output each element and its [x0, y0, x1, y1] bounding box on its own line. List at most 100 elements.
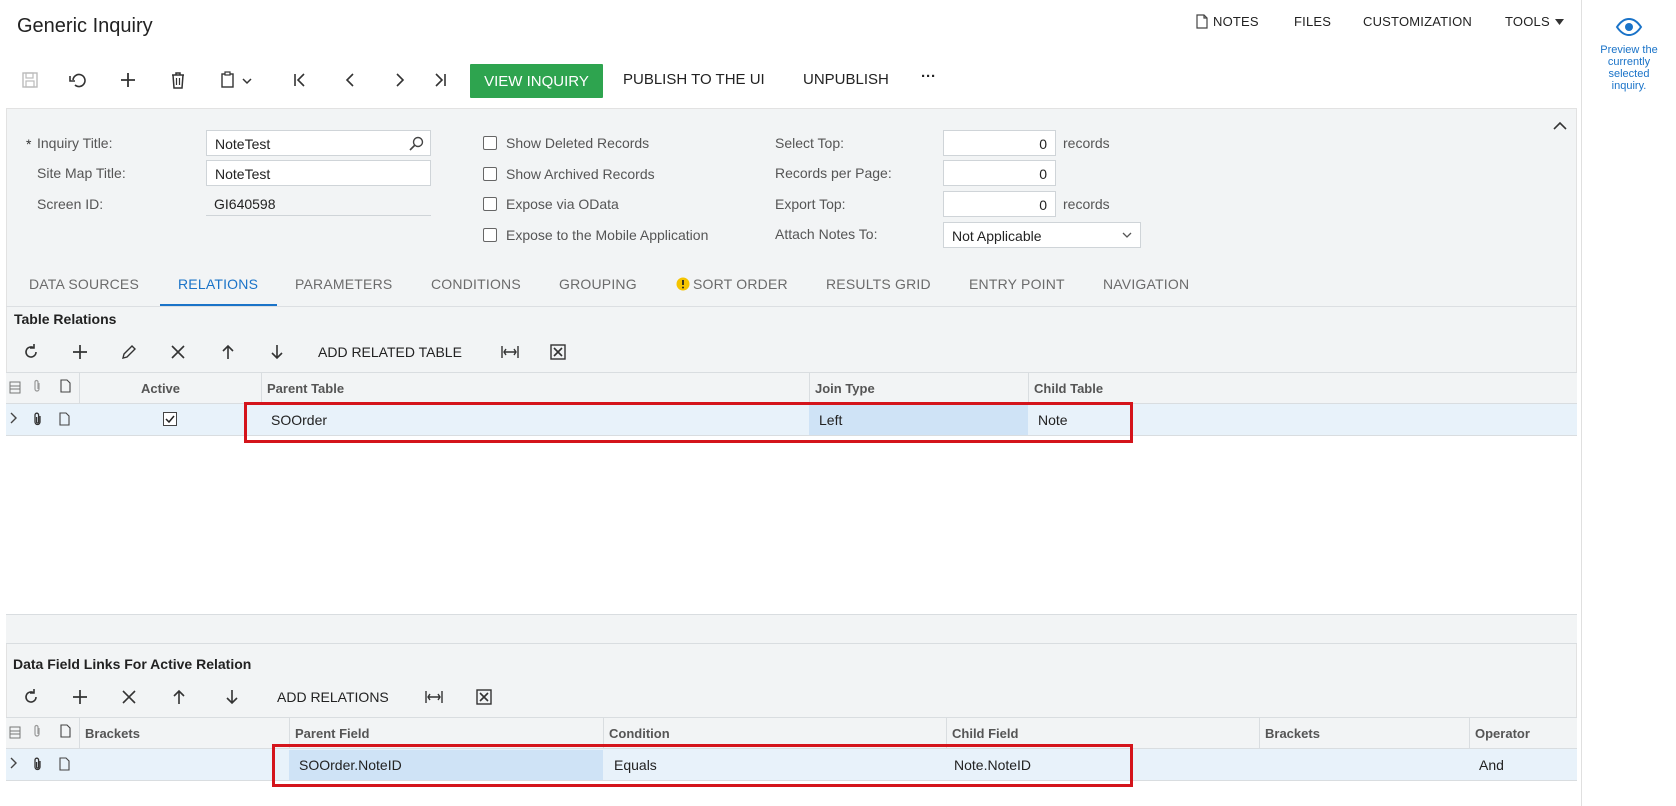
- previous-record-icon[interactable]: [334, 64, 366, 96]
- records-per-page-input[interactable]: 0: [943, 160, 1056, 186]
- col-header-brackets-open: Brackets: [85, 726, 140, 741]
- move-up-icon[interactable]: [166, 684, 192, 710]
- inquiry-title-value: NoteTest: [215, 136, 271, 152]
- add-relations-button[interactable]: ADD RELATIONS: [277, 689, 389, 705]
- last-record-icon[interactable]: [424, 64, 456, 96]
- delete-icon[interactable]: [162, 64, 194, 96]
- data-field-links-title: Data Field Links For Active Relation: [13, 656, 252, 672]
- export-excel-icon[interactable]: [471, 684, 497, 710]
- col-header-parent-field: Parent Field: [295, 726, 370, 741]
- attach-notes-value: Not Applicable: [952, 228, 1042, 244]
- add-icon[interactable]: [112, 64, 144, 96]
- show-deleted-label: Show Deleted Records: [506, 135, 650, 151]
- more-actions-button[interactable]: ···: [921, 68, 936, 85]
- publish-button[interactable]: PUBLISH TO THE UI: [623, 71, 765, 88]
- tab-sort-order[interactable]: SORT ORDER: [693, 276, 788, 292]
- notes-menu[interactable]: NOTES: [1196, 14, 1259, 29]
- tab-relations[interactable]: RELATIONS: [178, 276, 258, 292]
- fit-columns-icon[interactable]: [421, 684, 447, 710]
- eye-icon[interactable]: [1615, 16, 1643, 38]
- row-selector-icon[interactable]: [8, 725, 22, 739]
- show-archived-checkbox[interactable]: [483, 167, 497, 181]
- document-icon: [1196, 14, 1208, 29]
- tab-grouping[interactable]: GROUPING: [559, 276, 637, 292]
- expand-row-icon[interactable]: [10, 412, 18, 424]
- show-deleted-checkbox[interactable]: [483, 136, 497, 150]
- fit-columns-icon[interactable]: [497, 339, 523, 365]
- move-down-icon[interactable]: [264, 339, 290, 365]
- attachment-header-icon: [30, 379, 44, 393]
- right-panel: [1581, 0, 1676, 806]
- note-header-icon: [58, 378, 72, 394]
- export-top-input[interactable]: 0: [943, 191, 1056, 217]
- expose-mobile-checkbox[interactable]: [483, 228, 497, 242]
- attach-notes-select[interactable]: Not Applicable: [943, 222, 1141, 248]
- select-top-value: 0: [1039, 136, 1047, 152]
- add-related-table-button[interactable]: ADD RELATED TABLE: [318, 344, 462, 360]
- customization-menu[interactable]: CUSTOMIZATION: [1363, 14, 1472, 29]
- col-divider: [79, 372, 80, 404]
- records-per-page-label: Records per Page:: [775, 165, 892, 181]
- cell-operator[interactable]: And: [1479, 757, 1504, 773]
- tab-parameters[interactable]: PARAMETERS: [295, 276, 392, 292]
- tab-data-sources[interactable]: DATA SOURCES: [29, 276, 139, 292]
- move-down-icon[interactable]: [219, 684, 245, 710]
- expand-row-icon[interactable]: [10, 757, 18, 769]
- col-header-condition: Condition: [609, 726, 670, 741]
- tab-entry-point[interactable]: ENTRY POINT: [969, 276, 1065, 292]
- export-excel-icon[interactable]: [545, 339, 571, 365]
- relations-grid-header: [6, 372, 1577, 404]
- move-up-icon[interactable]: [215, 339, 241, 365]
- notes-label: NOTES: [1213, 14, 1259, 29]
- delete-row-icon[interactable]: [165, 339, 191, 365]
- splitter[interactable]: [6, 614, 1577, 644]
- screen-id-label: Screen ID:: [37, 196, 104, 212]
- active-checkbox-checked[interactable]: [163, 412, 177, 426]
- save-icon[interactable]: [14, 64, 46, 96]
- first-record-icon[interactable]: [284, 64, 316, 96]
- attachment-icon[interactable]: [32, 412, 44, 426]
- note-icon[interactable]: [59, 412, 70, 426]
- col-divider: [79, 717, 80, 749]
- refresh-icon[interactable]: [18, 684, 44, 710]
- required-marker: *: [26, 136, 32, 152]
- export-top-label: Export Top:: [775, 196, 846, 212]
- col-header-join-type: Join Type: [815, 381, 875, 396]
- warning-icon: [676, 277, 690, 291]
- files-menu[interactable]: FILES: [1294, 14, 1331, 29]
- search-icon[interactable]: [409, 136, 424, 151]
- select-top-input[interactable]: 0: [943, 130, 1056, 156]
- col-divider: [1028, 372, 1029, 404]
- add-row-icon[interactable]: [67, 339, 93, 365]
- refresh-icon[interactable]: [18, 339, 44, 365]
- delete-row-icon[interactable]: [116, 684, 142, 710]
- export-top-unit: records: [1063, 196, 1110, 212]
- expose-odata-label: Expose via OData: [506, 196, 619, 212]
- attachment-icon[interactable]: [32, 757, 44, 771]
- col-header-parent-table: Parent Table: [267, 381, 345, 396]
- tab-conditions[interactable]: CONDITIONS: [431, 276, 521, 292]
- show-archived-label: Show Archived Records: [506, 166, 655, 182]
- preview-inquiry-text[interactable]: Preview the currently selected inquiry.: [1594, 44, 1664, 92]
- select-top-label: Select Top:: [775, 135, 845, 151]
- unpublish-button[interactable]: UNPUBLISH: [803, 71, 889, 88]
- site-map-title-value: NoteTest: [215, 166, 271, 182]
- add-row-icon[interactable]: [67, 684, 93, 710]
- site-map-title-input[interactable]: NoteTest: [206, 160, 431, 186]
- select-top-unit: records: [1063, 135, 1110, 151]
- copy-paste-icon[interactable]: [214, 64, 260, 96]
- undo-icon[interactable]: [62, 64, 94, 96]
- attachment-header-icon: [30, 724, 44, 738]
- expose-odata-checkbox[interactable]: [483, 197, 497, 211]
- row-selector-icon[interactable]: [8, 380, 22, 394]
- inquiry-title-input[interactable]: NoteTest: [206, 130, 431, 156]
- records-per-page-value: 0: [1039, 166, 1047, 182]
- edit-icon[interactable]: [116, 339, 142, 365]
- note-icon[interactable]: [59, 757, 70, 771]
- collapse-chevron-icon[interactable]: [1551, 118, 1569, 132]
- tab-navigation[interactable]: NAVIGATION: [1103, 276, 1189, 292]
- next-record-icon[interactable]: [384, 64, 416, 96]
- tab-results-grid[interactable]: RESULTS GRID: [826, 276, 931, 292]
- tools-menu[interactable]: TOOLS: [1505, 14, 1564, 29]
- view-inquiry-button[interactable]: VIEW INQUIRY: [470, 64, 603, 98]
